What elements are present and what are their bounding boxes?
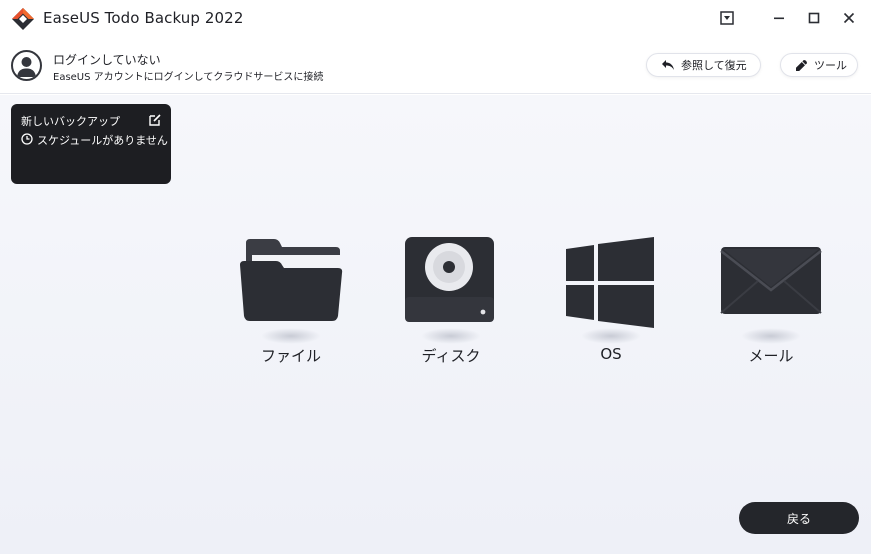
maximize-icon [808, 12, 820, 24]
minimize-icon [774, 17, 784, 20]
dropdown-button[interactable] [715, 6, 739, 30]
browse-restore-button[interactable]: 参照して復元 [646, 53, 761, 77]
disk-option-label: ディスク [421, 347, 481, 365]
folder-icon [240, 239, 343, 321]
new-backup-card[interactable]: 新しいバックアップ スケジュールがありません [11, 104, 171, 184]
mail-icon [720, 247, 822, 314]
mail-option-label: メール [748, 347, 794, 365]
user-icon [17, 57, 36, 77]
browse-restore-label: 参照して復元 [681, 59, 747, 72]
main-area: 新しいバックアップ スケジュールがありません ファイル ディスク OS メール … [0, 95, 871, 554]
backup-card-title: 新しいバックアップ [21, 115, 120, 128]
app-title: EaseUS Todo Backup 2022 [43, 9, 244, 27]
os-backup-option[interactable]: OS [556, 235, 666, 375]
close-button[interactable] [837, 6, 861, 30]
clock-icon [21, 133, 33, 145]
edit-icon[interactable] [148, 113, 162, 127]
login-prompt: EaseUS アカウントにログインしてクラウドサービスに接続 [53, 72, 324, 83]
maximize-button[interactable] [802, 6, 826, 30]
os-option-label: OS [600, 345, 622, 363]
file-backup-option[interactable]: ファイル [236, 235, 346, 375]
login-status[interactable]: ログインしていない [53, 51, 161, 68]
dropdown-icon [720, 11, 734, 25]
tools-button[interactable]: ツール [780, 53, 858, 77]
file-option-label: ファイル [260, 347, 321, 365]
easeus-logo-icon [12, 8, 34, 30]
tools-label: ツール [814, 59, 847, 72]
schedule-status: スケジュールがありません [37, 134, 168, 147]
back-button[interactable]: 戻る [739, 502, 859, 534]
disk-backup-option[interactable]: ディスク [396, 235, 506, 375]
wrench-icon [795, 59, 808, 72]
avatar[interactable] [11, 50, 42, 81]
windows-icon [566, 237, 654, 328]
account-header: ログインしていない EaseUS アカウントにログインしてクラウドサービスに接続… [0, 36, 871, 94]
icon-shadow [581, 328, 641, 344]
minimize-button[interactable] [767, 6, 791, 30]
icon-shadow [421, 328, 481, 344]
disk-icon [405, 237, 494, 322]
icon-shadow [261, 328, 321, 344]
restore-arrow-icon [661, 59, 675, 71]
close-icon [843, 12, 855, 24]
title-bar: EaseUS Todo Backup 2022 [0, 0, 871, 36]
icon-shadow [741, 328, 801, 344]
mail-backup-option[interactable]: メール [716, 235, 826, 375]
